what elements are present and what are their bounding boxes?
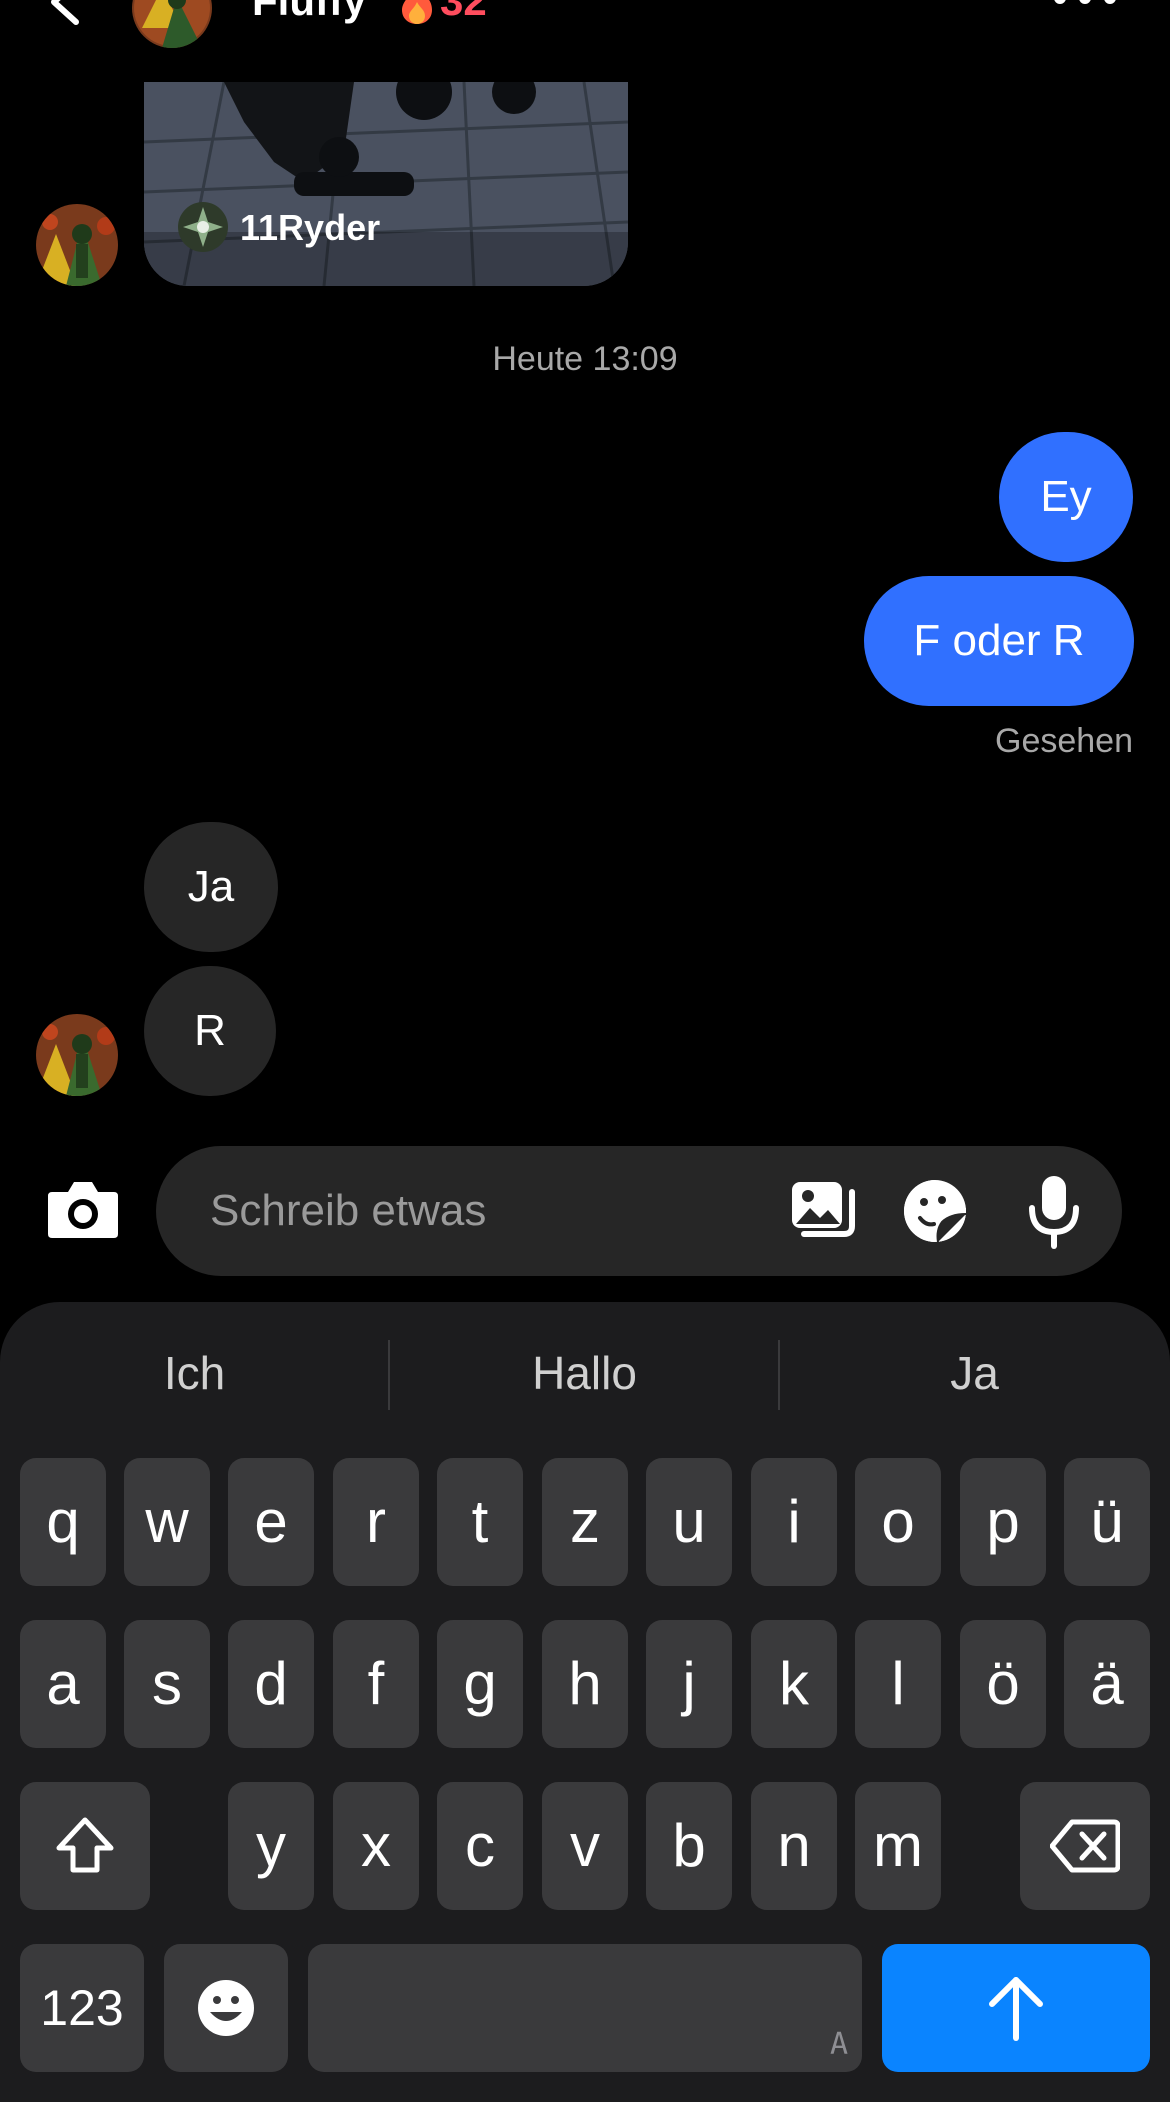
key-o[interactable]: o (855, 1458, 941, 1586)
key-j[interactable]: j (646, 1620, 732, 1748)
suggestion-1[interactable]: Ich (0, 1346, 389, 1400)
arrow-up-icon (989, 1977, 1043, 2041)
key-i[interactable]: i (751, 1458, 837, 1586)
sender-avatar[interactable] (36, 1014, 118, 1096)
suggestion-2[interactable]: Hallo (390, 1346, 779, 1400)
shift-key[interactable] (20, 1782, 150, 1910)
shared-post-card[interactable]: 11Ryder (144, 82, 628, 286)
send-key[interactable] (882, 1944, 1150, 2072)
numbers-key[interactable]: 123 (20, 1944, 144, 2072)
streak-count: 32 (440, 0, 487, 24)
post-author-name: 11Ryder (240, 207, 381, 248)
key-w[interactable]: w (124, 1458, 210, 1586)
outgoing-message[interactable]: F oder R (864, 576, 1134, 706)
incoming-message[interactable]: Ja (144, 822, 278, 952)
chat-header: Fluffy 32 (0, 0, 1170, 80)
key-c[interactable]: c (437, 1782, 523, 1910)
backspace-icon (1050, 1819, 1120, 1873)
gallery-icon[interactable] (788, 1178, 858, 1244)
seen-status: Gesehen (995, 722, 1133, 760)
message-composer (156, 1146, 1122, 1276)
key-f[interactable]: f (333, 1620, 419, 1748)
shift-icon (56, 1817, 114, 1873)
sticker-icon[interactable] (902, 1178, 968, 1244)
backspace-key[interactable] (1020, 1782, 1150, 1910)
key-e[interactable]: e (228, 1458, 314, 1586)
microphone-icon[interactable] (1026, 1174, 1082, 1250)
emoji-key[interactable] (164, 1944, 288, 2072)
key-d[interactable]: d (228, 1620, 314, 1748)
outgoing-message[interactable]: Ey (999, 432, 1133, 562)
contact-avatar[interactable] (132, 0, 212, 48)
emoji-icon (198, 1980, 254, 2036)
contact-name[interactable]: Fluffy (252, 0, 366, 22)
post-author-avatar (178, 202, 228, 252)
camera-icon[interactable] (46, 1176, 120, 1242)
key-l[interactable]: l (855, 1620, 941, 1748)
more-options-icon[interactable] (1052, 0, 1118, 10)
key-a[interactable]: a (20, 1620, 106, 1748)
key-k[interactable]: k (751, 1620, 837, 1748)
timestamp: Heute 13:09 (492, 340, 678, 378)
back-arrow-icon[interactable] (40, 0, 90, 30)
key-x[interactable]: x (333, 1782, 419, 1910)
key-s[interactable]: s (124, 1620, 210, 1748)
key-oe[interactable]: ö (960, 1620, 1046, 1748)
incoming-message[interactable]: R (144, 966, 276, 1096)
space-language-hint: A (829, 2027, 848, 2062)
key-z[interactable]: z (542, 1458, 628, 1586)
key-n[interactable]: n (751, 1782, 837, 1910)
key-y[interactable]: y (228, 1782, 314, 1910)
suggestion-3[interactable]: Ja (780, 1346, 1169, 1400)
flame-icon (402, 0, 432, 24)
key-ae[interactable]: ä (1064, 1620, 1150, 1748)
key-p[interactable]: p (960, 1458, 1046, 1586)
key-r[interactable]: r (333, 1458, 419, 1586)
keyboard: Ich Hallo Ja q w e r t z u i o p ü a s d… (0, 1302, 1170, 2102)
shared-post-image (144, 82, 628, 286)
space-key[interactable]: A (308, 1944, 862, 2072)
sender-avatar[interactable] (36, 204, 118, 286)
key-v[interactable]: v (542, 1782, 628, 1910)
key-m[interactable]: m (855, 1782, 941, 1910)
key-h[interactable]: h (542, 1620, 628, 1748)
key-ue[interactable]: ü (1064, 1458, 1150, 1586)
key-t[interactable]: t (437, 1458, 523, 1586)
key-q[interactable]: q (20, 1458, 106, 1586)
message-input[interactable] (210, 1146, 730, 1276)
key-b[interactable]: b (646, 1782, 732, 1910)
key-u[interactable]: u (646, 1458, 732, 1586)
key-g[interactable]: g (437, 1620, 523, 1748)
